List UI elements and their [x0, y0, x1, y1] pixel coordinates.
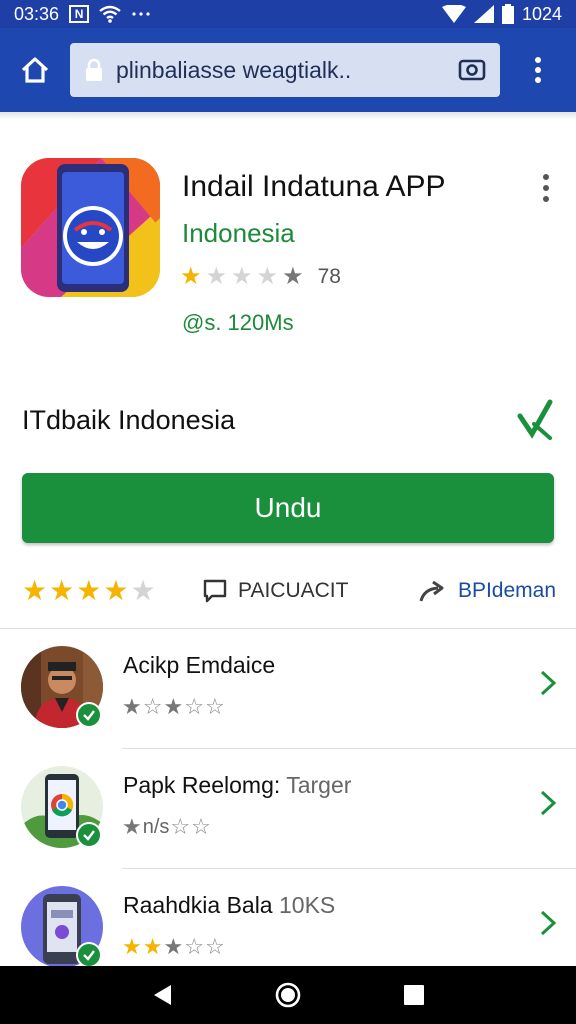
share-button[interactable]: BPIdeman: [418, 579, 556, 603]
more-vert-icon: [535, 57, 541, 83]
status-time: 03:36: [14, 3, 60, 24]
browser-menu-button[interactable]: [500, 28, 576, 112]
list-item-rating: ★ n/s ☆ ☆: [122, 814, 211, 840]
install-button[interactable]: Undu: [22, 473, 554, 543]
rating-prefix: n/s: [142, 815, 170, 838]
verified-badge-icon: [76, 702, 102, 728]
star-icon: ★: [122, 934, 142, 959]
star-icon: ★: [142, 934, 163, 959]
star-icon[interactable]: ★: [22, 577, 47, 605]
home-icon: [21, 57, 49, 83]
rating-count: 78: [317, 265, 341, 288]
chevron-right-icon[interactable]: [536, 788, 560, 818]
star-icon: ★: [122, 814, 142, 839]
star-icon: ★: [180, 263, 202, 290]
app-icon[interactable]: [21, 158, 160, 297]
wifi-icon: [99, 5, 121, 23]
star-icon: ★: [205, 263, 228, 290]
star-icon: ★: [256, 263, 279, 290]
share-label: BPIdeman: [457, 579, 556, 602]
wifi-signal-icon: [441, 5, 466, 23]
status-bar: 03:36 N 1024: [0, 0, 576, 28]
section-row: ITdbaik Indonesia: [22, 395, 556, 445]
star-icon: ★: [231, 263, 253, 290]
toolbar-shadow: [0, 112, 576, 120]
star-icon: ☆: [142, 694, 163, 719]
list-item[interactable]: Acikp Emdaice ★ ☆ ★ ☆ ☆: [0, 628, 576, 748]
comment-label: PAICUACIT: [238, 579, 349, 602]
list-item[interactable]: Papk Reelomg: Targer ★ n/s ☆ ☆: [0, 748, 576, 868]
star-icon: ☆: [184, 694, 204, 719]
star-icon: ★: [122, 694, 142, 719]
more-vert-icon: [543, 174, 549, 202]
list-item-title: Papk Reelomg: Targer: [123, 772, 352, 798]
star-icon[interactable]: ★: [49, 577, 74, 605]
star-icon: ☆: [204, 694, 225, 719]
verified-badge-icon: [76, 942, 102, 968]
battery-level: 1024: [521, 3, 562, 24]
star-icon: ☆: [170, 814, 191, 839]
notification-n-icon: N: [69, 5, 90, 23]
lock-icon: [86, 58, 102, 81]
list-item-title: Raahdkia Bala 10KS: [123, 892, 336, 918]
url-text: plinbaliasse weagtialk..: [116, 56, 352, 83]
comment-button[interactable]: PAICUACIT: [202, 578, 402, 604]
back-icon[interactable]: [151, 983, 173, 1007]
chevron-right-icon[interactable]: [536, 668, 560, 698]
system-nav-bar: [0, 966, 576, 1024]
app-options-button[interactable]: [532, 172, 560, 204]
list-item-title: Acikp Emdaice: [123, 652, 276, 678]
section-title: ITdbaik Indonesia: [22, 404, 236, 435]
chevron-right-icon[interactable]: [536, 908, 560, 938]
star-icon[interactable]: ★: [103, 577, 128, 605]
app-developer-link[interactable]: Indonesia: [182, 218, 295, 249]
star-icon: ★: [163, 694, 184, 719]
verified-check-icon[interactable]: [516, 398, 556, 442]
app-logo-icon: [21, 158, 160, 297]
recents-icon[interactable]: [403, 984, 425, 1006]
url-field[interactable]: plinbaliasse weagtialk..: [70, 43, 500, 97]
star-icon: ☆: [204, 934, 225, 959]
home-button[interactable]: [0, 28, 70, 112]
share-arrow-icon: [419, 580, 444, 602]
app-size: @s. 120Ms: [182, 310, 294, 335]
list-item-rating: ★ ★ ★ ☆ ☆: [122, 934, 225, 960]
app-rating: ★ ★ ★ ★ ★ 78: [180, 264, 341, 290]
star-icon: ☆: [184, 934, 204, 959]
action-row: ★ ★ ★ ★ ★ PAICUACIT BPIdeman: [22, 568, 556, 614]
more-dots-icon: [132, 12, 150, 16]
battery-icon: [501, 4, 514, 24]
camera-icon[interactable]: [458, 58, 486, 82]
rate-stars[interactable]: ★ ★ ★ ★ ★: [22, 577, 202, 605]
verified-badge-icon: [76, 822, 102, 848]
comment-icon: [203, 579, 227, 603]
app-header: Indail Indatuna APP Indonesia ★ ★ ★ ★ ★ …: [0, 150, 576, 350]
star-icon: ★: [282, 263, 304, 290]
list-item-rating: ★ ☆ ★ ☆ ☆: [122, 694, 225, 720]
cell-signal-icon: [473, 5, 494, 23]
star-icon: ★: [163, 934, 184, 959]
home-circle-icon[interactable]: [275, 982, 301, 1008]
app-title: Indail Indatuna APP: [182, 170, 446, 203]
star-icon[interactable]: ★: [130, 577, 155, 605]
star-icon[interactable]: ★: [76, 577, 101, 605]
browser-toolbar: plinbaliasse weagtialk..: [0, 28, 576, 112]
star-icon: ☆: [191, 814, 211, 839]
